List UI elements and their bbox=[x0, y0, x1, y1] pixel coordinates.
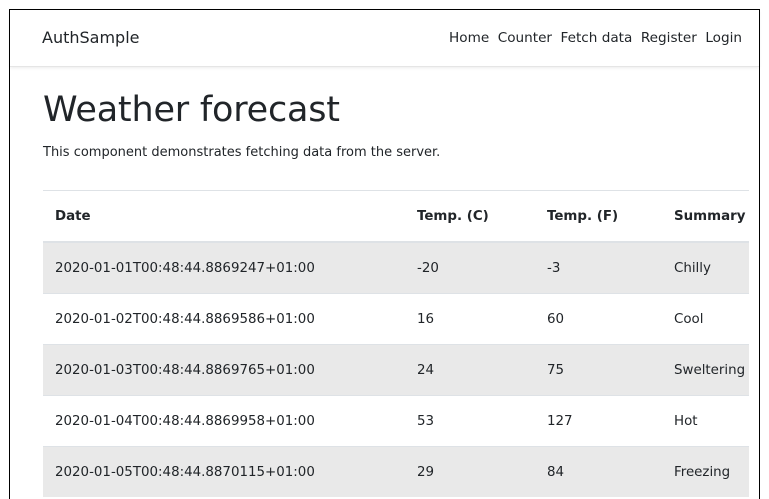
main-content: Weather forecast This component demonstr… bbox=[43, 87, 749, 497]
table-row: 2020-01-02T00:48:44.8869586+01:00 16 60 … bbox=[43, 293, 749, 345]
header-temp-c: Temp. (C) bbox=[405, 190, 535, 243]
cell-date: 2020-01-02T00:48:44.8869586+01:00 bbox=[43, 293, 405, 345]
header-temp-f: Temp. (F) bbox=[535, 190, 662, 243]
table-row: 2020-01-01T00:48:44.8869247+01:00 -20 -3… bbox=[43, 241, 749, 294]
nav-links: Home Counter Fetch data Register Login bbox=[441, 28, 742, 48]
cell-temp-f: 60 bbox=[535, 293, 662, 345]
cell-summary: Sweltering bbox=[662, 344, 749, 396]
forecast-table: Date Temp. (C) Temp. (F) Summary 2020-01… bbox=[43, 190, 749, 497]
table-row: 2020-01-03T00:48:44.8869765+01:00 24 75 … bbox=[43, 344, 749, 396]
cell-temp-c: -20 bbox=[405, 241, 535, 294]
page-title: Weather forecast bbox=[43, 90, 340, 130]
page-description: This component demonstrates fetching dat… bbox=[43, 145, 441, 160]
cell-temp-f: 75 bbox=[535, 344, 662, 396]
header-summary: Summary bbox=[662, 190, 749, 243]
table-header-row: Date Temp. (C) Temp. (F) Summary bbox=[43, 190, 749, 243]
brand-link[interactable]: AuthSample bbox=[42, 27, 140, 49]
cell-date: 2020-01-01T00:48:44.8869247+01:00 bbox=[43, 241, 405, 294]
cell-temp-c: 24 bbox=[405, 344, 535, 396]
nav-fetch-data-link[interactable]: Fetch data bbox=[561, 28, 633, 48]
cell-temp-f: 127 bbox=[535, 395, 662, 447]
cell-date: 2020-01-05T00:48:44.8870115+01:00 bbox=[43, 446, 405, 497]
table-row: 2020-01-05T00:48:44.8870115+01:00 29 84 … bbox=[43, 446, 749, 497]
cell-summary: Cool bbox=[662, 293, 749, 345]
nav-register-link[interactable]: Register bbox=[641, 28, 697, 48]
cell-summary: Chilly bbox=[662, 241, 749, 294]
cell-temp-c: 29 bbox=[405, 446, 535, 497]
cell-date: 2020-01-03T00:48:44.8869765+01:00 bbox=[43, 344, 405, 396]
cell-temp-f: 84 bbox=[535, 446, 662, 497]
cell-temp-f: -3 bbox=[535, 241, 662, 294]
nav-login-link[interactable]: Login bbox=[705, 28, 742, 48]
header-date: Date bbox=[43, 190, 405, 243]
cell-temp-c: 16 bbox=[405, 293, 535, 345]
top-navbar: AuthSample Home Counter Fetch data Regis… bbox=[10, 10, 759, 67]
table-row: 2020-01-04T00:48:44.8869958+01:00 53 127… bbox=[43, 395, 749, 447]
nav-counter-link[interactable]: Counter bbox=[498, 28, 552, 48]
nav-home-link[interactable]: Home bbox=[449, 28, 489, 48]
app-window: AuthSample Home Counter Fetch data Regis… bbox=[9, 9, 760, 499]
cell-date: 2020-01-04T00:48:44.8869958+01:00 bbox=[43, 395, 405, 447]
cell-summary: Hot bbox=[662, 395, 749, 447]
cell-temp-c: 53 bbox=[405, 395, 535, 447]
cell-summary: Freezing bbox=[662, 446, 749, 497]
